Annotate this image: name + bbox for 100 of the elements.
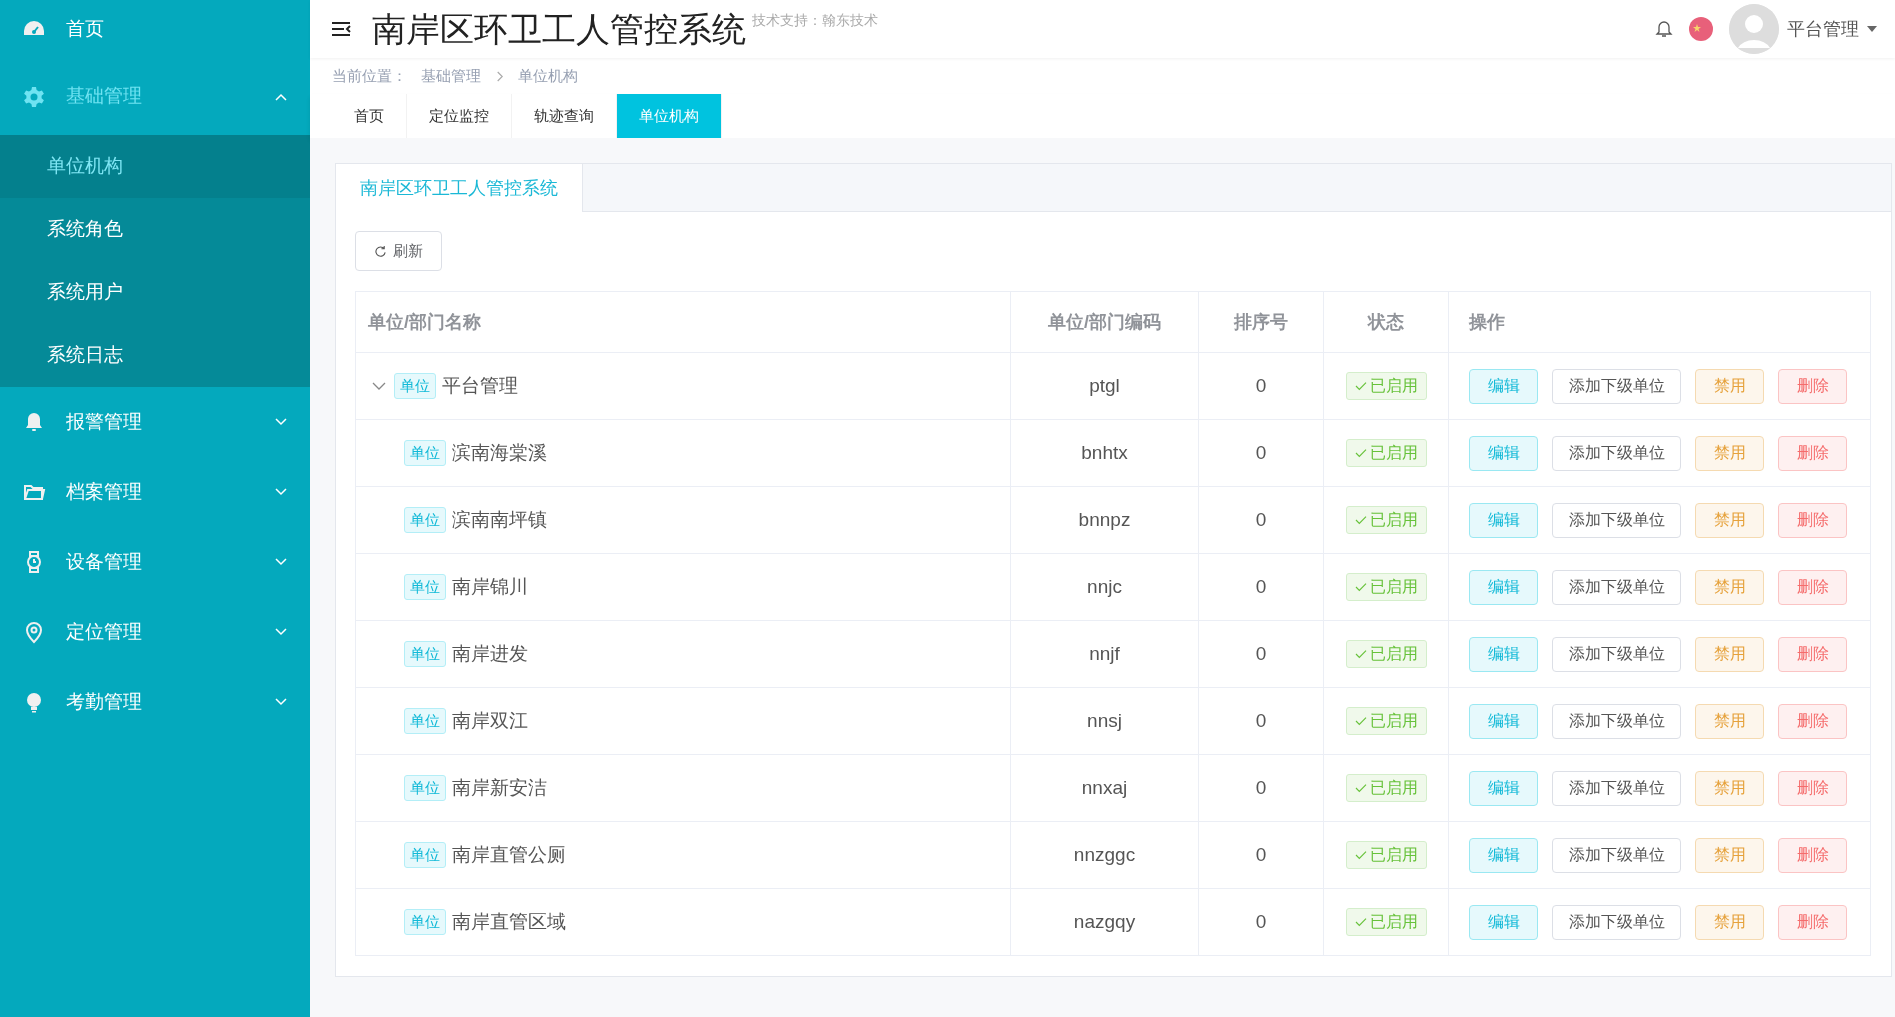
sort-number: 0 (1255, 507, 1267, 532)
status-tag: 已启用 (1345, 774, 1427, 802)
refresh-button[interactable]: 刷新 (355, 231, 442, 271)
unit-code: bnnpz (1078, 507, 1131, 532)
user-menu[interactable]: 平台管理 (1787, 15, 1859, 43)
unit-tag: 单位 (404, 640, 446, 668)
edit-button[interactable]: 编辑 (1469, 368, 1538, 404)
sort-number: 0 (1255, 909, 1267, 934)
unit-code: bnhtx (1081, 440, 1128, 465)
caret-icon (1867, 26, 1877, 32)
delete-button[interactable]: 删除 (1778, 904, 1847, 940)
add-child-button[interactable]: 添加下级单位 (1552, 636, 1681, 672)
delete-button[interactable]: 删除 (1778, 703, 1847, 739)
disable-button[interactable]: 禁用 (1695, 636, 1764, 672)
add-child-button[interactable]: 添加下级单位 (1552, 904, 1681, 940)
edit-button[interactable]: 编辑 (1469, 502, 1538, 538)
status-tag: 已启用 (1345, 707, 1427, 735)
sidebar-item[interactable]: 定位管理 (0, 597, 310, 667)
edit-button[interactable]: 编辑 (1469, 703, 1538, 739)
unit-tag: 单位 (404, 841, 446, 869)
sort-number: 0 (1255, 775, 1267, 800)
status-tag: 已启用 (1345, 640, 1427, 668)
check-icon (1354, 850, 1367, 860)
support-text: 技术支持：翰东技术 (752, 11, 878, 30)
sort-number: 0 (1255, 574, 1267, 599)
chevron-icon (495, 70, 504, 82)
disable-button[interactable]: 禁用 (1695, 368, 1764, 404)
sort-number: 0 (1255, 842, 1267, 867)
status-tag: 已启用 (1345, 506, 1427, 534)
sidebar-item[interactable]: 设备管理 (0, 527, 310, 597)
sidebar-item[interactable]: 档案管理 (0, 457, 310, 527)
status-tag: 已启用 (1345, 908, 1427, 936)
sort-number: 0 (1255, 641, 1267, 666)
unit-name: 南岸新安洁 (452, 775, 547, 800)
delete-button[interactable]: 删除 (1778, 569, 1847, 605)
disable-button[interactable]: 禁用 (1695, 569, 1764, 605)
edit-button[interactable]: 编辑 (1469, 837, 1538, 873)
disable-button[interactable]: 禁用 (1695, 837, 1764, 873)
disable-button[interactable]: 禁用 (1695, 770, 1764, 806)
sidebar-subitem[interactable]: 单位机构 (0, 135, 310, 198)
page-tab[interactable]: 首页 (332, 94, 407, 138)
add-child-button[interactable]: 添加下级单位 (1552, 368, 1681, 404)
column-header: 状态 (1368, 310, 1404, 334)
sidebar-subitem[interactable]: 系统日志 (0, 324, 310, 387)
delete-button[interactable]: 删除 (1778, 502, 1847, 538)
sidebar-item[interactable]: 基础管理 (0, 58, 310, 135)
check-icon (1354, 582, 1367, 592)
unit-code: nnxaj (1081, 775, 1128, 800)
column-header: 单位/部门名称 (368, 310, 481, 334)
panel-tab[interactable]: 南岸区环卫工人管控系统 (336, 164, 583, 212)
add-child-button[interactable]: 添加下级单位 (1552, 837, 1681, 873)
menu-icon[interactable] (330, 19, 352, 39)
unit-code: ptgl (1089, 373, 1120, 398)
gear-icon (22, 84, 46, 109)
add-child-button[interactable]: 添加下级单位 (1552, 502, 1681, 538)
add-child-button[interactable]: 添加下级单位 (1552, 569, 1681, 605)
check-icon (1354, 917, 1367, 927)
add-child-button[interactable]: 添加下级单位 (1552, 435, 1681, 471)
unit-name: 滨南海棠溪 (452, 440, 547, 465)
flag-icon[interactable] (1689, 17, 1713, 41)
sidebar-subitem[interactable]: 系统用户 (0, 261, 310, 324)
unit-name: 平台管理 (442, 373, 518, 398)
edit-button[interactable]: 编辑 (1469, 636, 1538, 672)
breadcrumb-item[interactable]: 单位机构 (518, 64, 578, 88)
edit-button[interactable]: 编辑 (1469, 770, 1538, 806)
unit-name: 南岸双江 (452, 708, 528, 733)
delete-button[interactable]: 删除 (1778, 636, 1847, 672)
sidebar-item[interactable]: 报警管理 (0, 387, 310, 457)
sort-number: 0 (1255, 440, 1267, 465)
edit-button[interactable]: 编辑 (1469, 435, 1538, 471)
disable-button[interactable]: 禁用 (1695, 502, 1764, 538)
delete-button[interactable]: 删除 (1778, 837, 1847, 873)
breadcrumb-label: 当前位置： (332, 65, 407, 86)
add-child-button[interactable]: 添加下级单位 (1552, 703, 1681, 739)
breadcrumb-item[interactable]: 基础管理 (421, 64, 481, 88)
sidebar-item[interactable]: 首页 (0, 0, 310, 58)
unit-name: 南岸直管公厕 (452, 842, 566, 867)
refresh-icon (374, 244, 387, 258)
status-tag: 已启用 (1345, 573, 1427, 601)
sort-number: 0 (1255, 373, 1267, 398)
sidebar-subitem[interactable]: 系统角色 (0, 198, 310, 261)
disable-button[interactable]: 禁用 (1695, 904, 1764, 940)
add-child-button[interactable]: 添加下级单位 (1552, 770, 1681, 806)
page-tab[interactable]: 单位机构 (617, 94, 722, 138)
status-tag: 已启用 (1345, 372, 1427, 400)
delete-button[interactable]: 删除 (1778, 770, 1847, 806)
edit-button[interactable]: 编辑 (1469, 904, 1538, 940)
column-header: 单位/部门编码 (1048, 310, 1161, 334)
unit-tag: 单位 (404, 573, 446, 601)
delete-button[interactable]: 删除 (1778, 368, 1847, 404)
bell-icon[interactable] (1655, 20, 1673, 38)
unit-code: nnjc (1087, 574, 1122, 599)
disable-button[interactable]: 禁用 (1695, 703, 1764, 739)
edit-button[interactable]: 编辑 (1469, 569, 1538, 605)
sidebar-item[interactable]: 考勤管理 (0, 667, 310, 737)
delete-button[interactable]: 删除 (1778, 435, 1847, 471)
page-tab[interactable]: 定位监控 (407, 94, 512, 138)
unit-code: nazgqy (1073, 909, 1136, 934)
disable-button[interactable]: 禁用 (1695, 435, 1764, 471)
page-tab[interactable]: 轨迹查询 (512, 94, 617, 138)
